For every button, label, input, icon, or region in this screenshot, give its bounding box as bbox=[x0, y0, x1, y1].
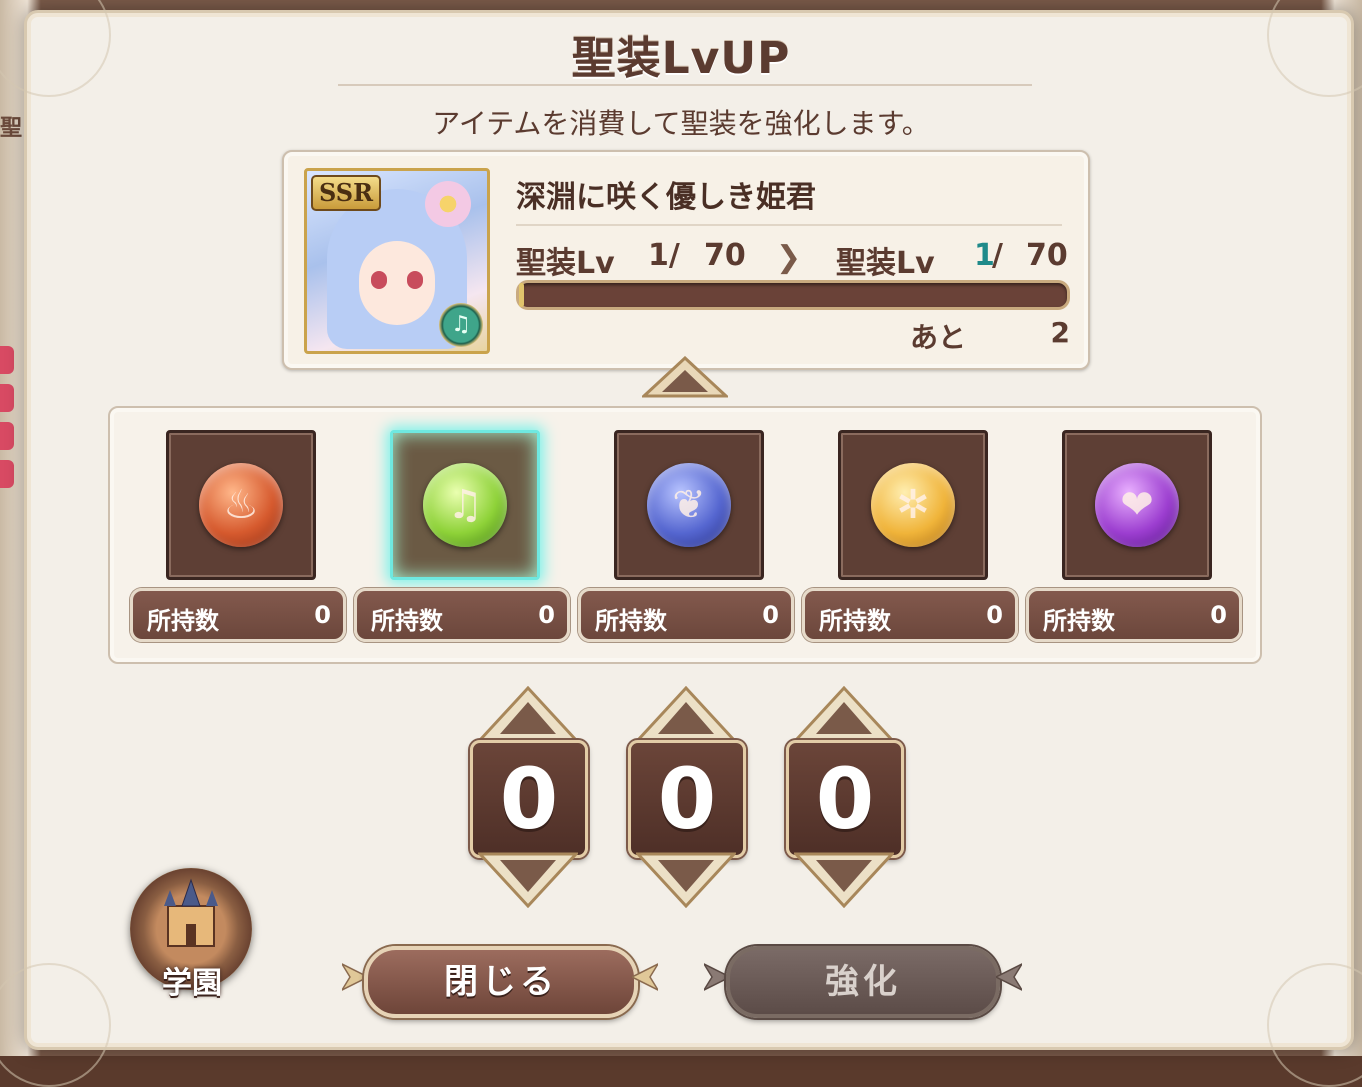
item-selection-panel: ♨ ♫ ❦ ✲ ❤ 所持数 0 所持数 0 所持数 0 所持数 0 所持数 0 bbox=[108, 406, 1262, 664]
item-slot-harp[interactable]: ♫ bbox=[390, 430, 540, 580]
digit-display: 0 bbox=[470, 740, 588, 858]
enhance-button[interactable]: 強化 bbox=[726, 946, 1000, 1018]
next-level-max: 70 bbox=[1026, 238, 1068, 273]
digit-display: 0 bbox=[786, 740, 904, 858]
owned-count-light: 所持数 0 bbox=[802, 588, 1018, 642]
current-level-max: 70 bbox=[704, 238, 746, 273]
chevron-down-icon[interactable] bbox=[636, 852, 736, 908]
digit-counter-hundreds: 0 bbox=[470, 686, 588, 908]
dark-orb-icon: ❤ bbox=[1095, 463, 1179, 547]
wing-ornament bbox=[632, 963, 658, 991]
item-slot-dark[interactable]: ❤ bbox=[1062, 430, 1212, 580]
digit-value: 0 bbox=[815, 750, 875, 848]
dialog-title: 聖装LvUP bbox=[571, 33, 791, 84]
background-tab bbox=[0, 460, 14, 488]
chevron-up-icon bbox=[642, 356, 728, 398]
title-divider bbox=[338, 84, 1032, 86]
digit-value: 0 bbox=[657, 750, 717, 848]
background-tab bbox=[0, 422, 14, 450]
chevron-up-icon[interactable] bbox=[478, 686, 578, 742]
owned-value: 0 bbox=[986, 601, 1003, 629]
item-slot-water[interactable]: ❦ bbox=[614, 430, 764, 580]
owned-count-harp: 所持数 0 bbox=[354, 588, 570, 642]
remaining-value: 2 bbox=[1050, 316, 1070, 349]
rarity-badge: SSR bbox=[311, 175, 382, 211]
chevron-up-icon[interactable] bbox=[794, 686, 894, 742]
digit-counter-tens: 0 bbox=[628, 686, 746, 908]
corner-ornament bbox=[1267, 963, 1362, 1087]
harp-orb-icon: ♫ bbox=[423, 463, 507, 547]
exp-progress-fill bbox=[519, 283, 525, 307]
owned-value: 0 bbox=[762, 601, 779, 629]
item-slot-fire[interactable]: ♨ bbox=[166, 430, 316, 580]
flower-icon bbox=[425, 181, 471, 227]
portrait-eye bbox=[407, 271, 423, 289]
name-divider bbox=[516, 224, 1062, 226]
owned-value: 0 bbox=[1210, 601, 1227, 629]
digit-value: 0 bbox=[499, 750, 559, 848]
corner-ornament bbox=[0, 963, 111, 1087]
character-card: SSR ♫ 深淵に咲く優しき姫君 聖装Lv 1/ 70 ❯ 聖装Lv 1 / 7… bbox=[282, 150, 1090, 370]
owned-value: 0 bbox=[314, 601, 331, 629]
chevron-up-icon[interactable] bbox=[636, 686, 736, 742]
background-tab bbox=[0, 384, 14, 412]
water-orb-icon: ❦ bbox=[647, 463, 731, 547]
digit-counter-ones: 0 bbox=[786, 686, 904, 908]
character-name: 深淵に咲く優しき姫君 bbox=[516, 180, 816, 215]
owned-label: 所持数 bbox=[371, 607, 443, 635]
owned-label: 所持数 bbox=[147, 607, 219, 635]
item-slot-light[interactable]: ✲ bbox=[838, 430, 988, 580]
owned-label: 所持数 bbox=[595, 607, 667, 635]
digit-display: 0 bbox=[628, 740, 746, 858]
castle-icon bbox=[164, 878, 218, 947]
close-button[interactable]: 閉じる bbox=[364, 946, 638, 1018]
current-level-value: 1/ bbox=[648, 238, 680, 273]
next-level-label: 聖装Lv bbox=[836, 246, 935, 281]
remaining-label: あと bbox=[910, 321, 967, 354]
owned-label: 所持数 bbox=[1043, 607, 1115, 635]
character-portrait[interactable]: SSR ♫ bbox=[304, 168, 490, 354]
background-tab bbox=[0, 346, 14, 374]
owned-count-water: 所持数 0 bbox=[578, 588, 794, 642]
dialog-subtitle: アイテムを消費して聖装を強化します。 bbox=[432, 107, 930, 140]
chevron-down-icon[interactable] bbox=[794, 852, 894, 908]
owned-count-dark: 所持数 0 bbox=[1026, 588, 1242, 642]
harp-icon: ♫ bbox=[439, 303, 483, 347]
fire-orb-icon: ♨ bbox=[199, 463, 283, 547]
chevron-down-icon[interactable] bbox=[478, 852, 578, 908]
portrait-eye bbox=[371, 271, 387, 289]
owned-count-fire: 所持数 0 bbox=[130, 588, 346, 642]
owned-label: 所持数 bbox=[819, 607, 891, 635]
school-label: 学園 bbox=[162, 966, 222, 1001]
arrow-right-icon: ❯ bbox=[776, 240, 802, 275]
wing-ornament bbox=[996, 963, 1022, 991]
current-level-label: 聖装Lv bbox=[516, 246, 615, 281]
owned-value: 0 bbox=[538, 601, 555, 629]
exp-progress-bar bbox=[516, 280, 1070, 310]
light-orb-icon: ✲ bbox=[871, 463, 955, 547]
next-level-slash: / bbox=[992, 238, 1003, 273]
